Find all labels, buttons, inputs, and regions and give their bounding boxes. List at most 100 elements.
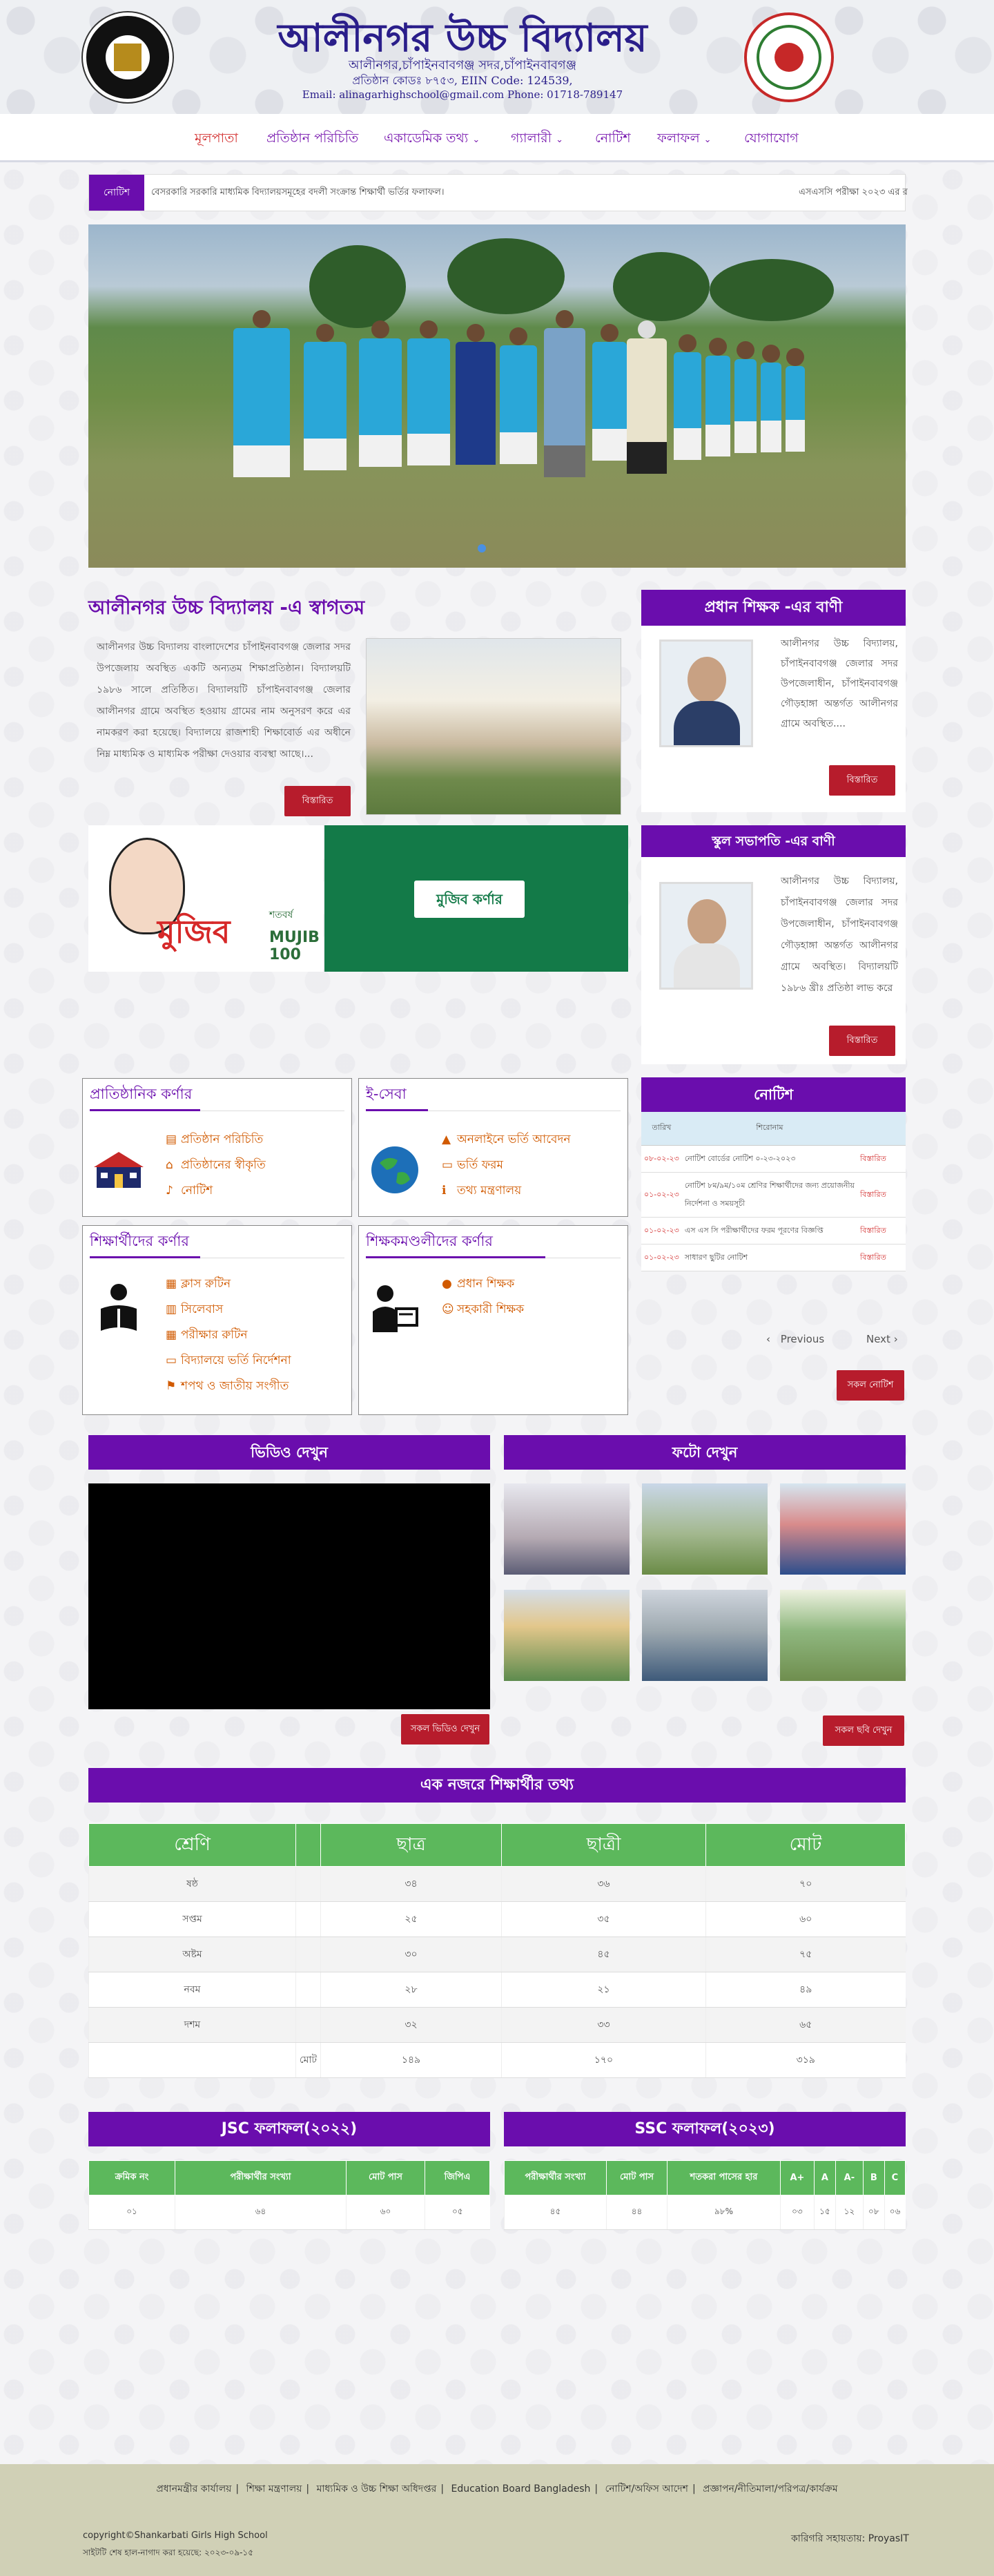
president-message-title: স্কুল সভাপতি -এর বাণী	[641, 825, 906, 857]
col-class: শ্রেণি	[88, 1823, 296, 1867]
photo-section-title: ফটো দেখুন	[504, 1435, 906, 1470]
developer-link[interactable]: ProyasIT	[868, 2533, 909, 2544]
table-row: ষষ্ঠ ৩৪ ৩৬ ৭০	[88, 1866, 906, 1902]
footer-link-pm-office[interactable]: প্রধানমন্ত্রীর কার্যালয়	[156, 2483, 231, 2495]
president-message-more-button[interactable]: বিস্তারিত	[829, 1026, 895, 1056]
ticker-text-next[interactable]: এসএসসি পরীক্ষা ২০২৩ এর র	[799, 175, 908, 211]
all-notices-button[interactable]: সকল নোটিশ	[837, 1370, 904, 1401]
globe-icon	[367, 1142, 422, 1198]
table-row[interactable]: ০১-০২-২৩ সাধারণ ছুটির নোটিশ বিস্তারিত	[641, 1244, 906, 1271]
chevron-right-icon: ›	[893, 1333, 898, 1345]
corner-link-anthem[interactable]: ⚑ শপথ ও জাতীয় সংগীত	[166, 1374, 291, 1399]
pager-previous[interactable]: Previous	[781, 1333, 824, 1345]
notice-ticker: নোটিশ বেসরকারি সরকারি মাধ্যমিক বিদ্যালয়…	[88, 174, 908, 211]
pager-next[interactable]: Next	[866, 1333, 890, 1345]
table-row[interactable]: ০১-০২-২৩ এস এস সি পরীক্ষার্থীদের ফরম পূর…	[641, 1217, 906, 1244]
mujib-banner: মুজিব শতবর্ষ MUJIB 100	[88, 825, 323, 972]
graduation-cap-icon: ▲	[442, 1133, 451, 1146]
gallery-photo[interactable]	[780, 1483, 906, 1575]
notice-view-link[interactable]: বিস্তারিত	[857, 1217, 906, 1244]
all-photos-button[interactable]: সকল ছবি দেখুন	[823, 1715, 904, 1746]
teachers-corner: শিক্ষকমণ্ডলীদের কর্ণার ● প্রধান শিক্ষক ☺ স…	[358, 1225, 628, 1415]
gallery-photo[interactable]	[504, 1590, 630, 1681]
mujib-sub: শতবর্ষ	[269, 910, 293, 921]
table-row: অষ্টম ৩০ ৪৫ ৭৫	[88, 1936, 906, 1972]
nav-item-about[interactable]: প্রতিষ্ঠান পরিচিতি	[266, 114, 358, 162]
copyright-text: copyright©Shankarbati Girls High School	[83, 2530, 268, 2541]
head-message-card: আলীনগর উচ্চ বিদ্যালয়, চাঁপাইনবাবগঞ্জ জে…	[641, 626, 906, 812]
chevron-down-icon: ⌄	[703, 135, 712, 145]
notice-col-view	[857, 1112, 906, 1146]
school-logo[interactable]	[83, 12, 173, 102]
col-girls: ছাত্রী	[501, 1823, 706, 1867]
table-row[interactable]: ০১-০২-২৩ নোটিশ ৮ম/৯ম/১০ম শ্রেণির শিক্ষার…	[641, 1172, 906, 1218]
chevron-left-icon: ‹	[766, 1333, 770, 1345]
mujib-corner-button[interactable]: মুজিব কর্ণার	[414, 881, 525, 918]
calendar-icon: ▦	[166, 1277, 177, 1291]
footer-link-dshe[interactable]: মাধ্যমিক ও উচ্চ শিক্ষা অধিদপ্তর	[317, 2483, 437, 2495]
notice-board: নোটিশ তারিখ শিরোনাম ০৮-০২-২৩ নোটিশ বোর্ড…	[641, 1077, 906, 1271]
site-header: আলীনগর উচ্চ বিদ্যালয় আলীনগর,চাঁপাইনবাবগ…	[0, 0, 994, 114]
table-row: মোট ১৪৯ ১৭০ ৩১৯	[88, 2042, 906, 2078]
slider-image-person	[407, 320, 450, 465]
footer-link-education-ministry[interactable]: শিক্ষা মন্ত্রণালয়	[246, 2483, 302, 2495]
nav-item-contact[interactable]: যোগাযোগ	[744, 114, 799, 162]
book-icon: ▥	[166, 1303, 177, 1316]
corner-link-head-teacher[interactable]: ● প্রধান শিক্ষক	[442, 1271, 524, 1297]
users-icon: ☺	[442, 1303, 454, 1316]
gallery-photo[interactable]	[642, 1590, 768, 1681]
corner-link-exam-routine[interactable]: ▦ পরীক্ষার রুটিন	[166, 1323, 291, 1348]
footer-link-policies[interactable]: প্রজ্ঞাপন/নীতিমালা/পরিপত্র/কার্যক্রম	[703, 2483, 838, 2495]
government-logo	[744, 12, 834, 102]
slider-image-person	[592, 324, 627, 461]
welcome-more-button[interactable]: বিস্তারিত	[284, 786, 351, 816]
corner-link-info-ministry[interactable]: ℹ তথ্য মন্ত্রণালয়	[442, 1178, 571, 1204]
corner-link-about[interactable]: ▤ প্রতিষ্ঠান পরিচিতি	[166, 1127, 266, 1153]
head-message-more-button[interactable]: বিস্তারিত	[829, 765, 895, 796]
corner-link-admission-guideline[interactable]: ▭ বিদ্যালয়ে ভর্তি নির্দেশনা	[166, 1348, 291, 1374]
table-row[interactable]: ০৮-০২-২৩ নোটিশ বোর্ডের নোটিশ ০-২৩-২০২৩ ব…	[641, 1145, 906, 1173]
corner-link-notice[interactable]: ♪ নোটিশ	[166, 1178, 266, 1204]
corner-link-admission-form[interactable]: ▭ ভর্তি ফরম	[442, 1153, 571, 1178]
nav-item-home[interactable]: মূলপাতা	[195, 114, 238, 162]
welcome-photo	[366, 638, 621, 815]
president-photo	[659, 882, 753, 990]
head-message-text: আলীনগর উচ্চ বিদ্যালয়, চাঁপাইনবাবগঞ্জ জে…	[781, 638, 898, 729]
gallery-photo[interactable]	[642, 1483, 768, 1575]
notice-view-link[interactable]: বিস্তারিত	[857, 1244, 906, 1271]
notice-view-link[interactable]: বিস্তারিত	[857, 1145, 906, 1173]
slider-image-tree	[613, 252, 710, 321]
corner-link-syllabus[interactable]: ▥ সিলেবাস	[166, 1297, 291, 1323]
mujib-word: মুজিব	[157, 913, 231, 950]
notice-view-link[interactable]: বিস্তারিত	[857, 1172, 906, 1218]
corner-link-online-admission[interactable]: ▲ অনলাইনে ভর্তি আবেদন	[442, 1127, 571, 1153]
site-footer: প্রধানমন্ত্রীর কার্যালয় | শিক্ষা মন্ত্রণ…	[0, 2464, 994, 2576]
main-nav: মূলপাতা প্রতিষ্ঠান পরিচিতি একাডেমিক তথ্য…	[0, 114, 994, 162]
president-message-card: আলীনগর উচ্চ বিদ্যালয়, চাঁপাইনবাবগঞ্জ জে…	[641, 857, 906, 1064]
nav-item-notice[interactable]: নোটিশ	[595, 114, 631, 162]
video-player[interactable]	[88, 1483, 490, 1709]
footer-link-notice-orders[interactable]: নোটিশ/অফিস আদেশ	[605, 2483, 688, 2495]
nav-item-results[interactable]: ফলাফল ⌄	[657, 114, 712, 162]
slider-image-person	[705, 338, 730, 456]
slider-image-person	[500, 327, 537, 464]
eservice-corner-title: ই-সেবা	[366, 1086, 407, 1102]
ticker-text[interactable]: বেসরকারি সরকারি মাধ্যমিক বিদ্যালয়সমূহের…	[151, 175, 444, 211]
corner-link-recognition[interactable]: ⌂ প্রতিষ্ঠানের স্বীকৃতি	[166, 1153, 266, 1178]
all-videos-button[interactable]: সকল ভিডিও দেখুন	[401, 1714, 489, 1744]
nav-item-academic[interactable]: একাডেমিক তথ্য ⌄	[384, 114, 480, 162]
chevron-down-icon: ⌄	[472, 135, 480, 145]
slider-image-person	[544, 310, 585, 477]
footer-link-education-board[interactable]: Education Board Bangladesh	[451, 2483, 591, 2495]
corner-link-class-routine[interactable]: ▦ ক্লাস রুটিন	[166, 1271, 291, 1297]
corner-link-assistant-teacher[interactable]: ☺ সহকারী শিক্ষক	[442, 1297, 524, 1323]
nav-item-gallery[interactable]: গ্যালারী ⌄	[511, 114, 563, 162]
slider-image-person	[734, 341, 757, 453]
table-row: ০১ ৬৪ ৬০ ০৫	[88, 2195, 490, 2230]
slider-indicator[interactable]	[478, 544, 486, 552]
gallery-photo[interactable]	[780, 1590, 906, 1681]
gallery-photo[interactable]	[504, 1483, 630, 1575]
table-row: ৪৫ ৪৪ ৯৮% ০৩ ১৫ ১২ ০৮ ০৬	[504, 2195, 906, 2230]
col-boys: ছাত্র	[320, 1823, 502, 1867]
hero-slider[interactable]	[88, 224, 906, 568]
